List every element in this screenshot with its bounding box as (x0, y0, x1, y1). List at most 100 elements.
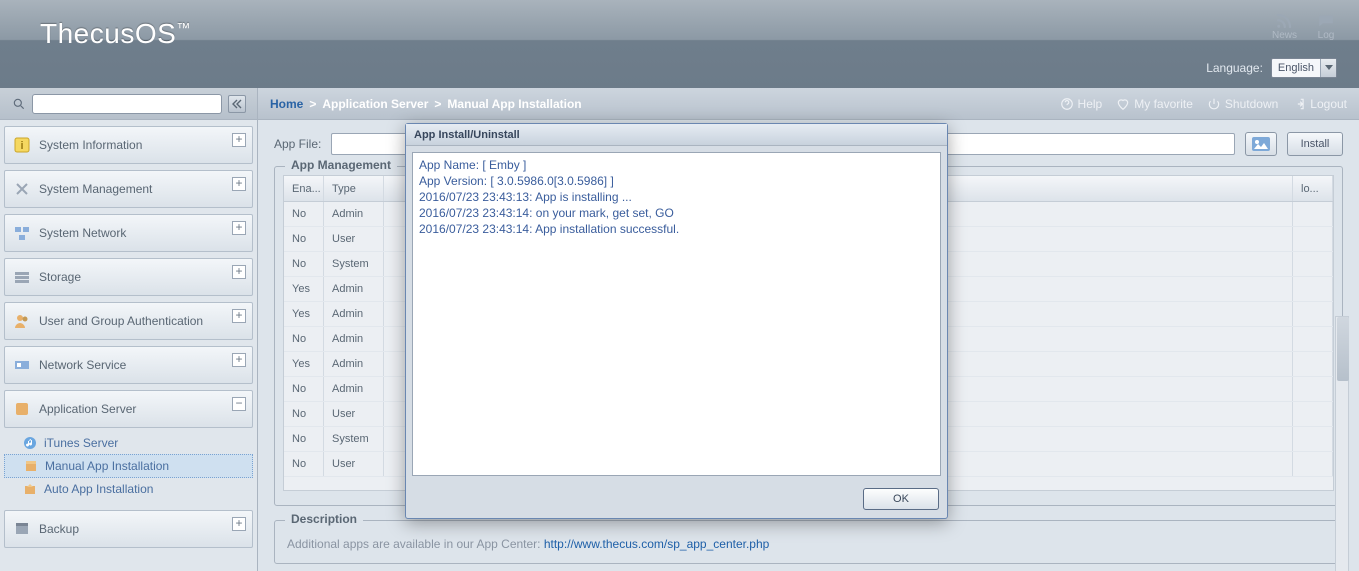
column-type[interactable]: Type (324, 176, 384, 201)
collapse-icon[interactable]: − (232, 397, 246, 411)
music-icon (22, 435, 38, 451)
app-header: ThecusOS™ News Log Language: English (0, 0, 1359, 88)
help-button[interactable]: Help (1060, 97, 1103, 111)
logout-button[interactable]: Logout (1292, 97, 1347, 111)
chevron-left-double-icon (232, 99, 242, 109)
sidebar-item-label: System Information (39, 138, 142, 152)
cell-enable: No (284, 327, 324, 351)
modal-body: App Name: [ Emby ] App Version: [ 3.0.59… (406, 146, 947, 482)
cell-enable: No (284, 202, 324, 226)
expand-icon[interactable]: + (232, 265, 246, 279)
cell-type: Admin (324, 302, 384, 326)
package-icon (23, 458, 39, 474)
sidebar-item-network-service[interactable]: Network Service + (4, 346, 253, 384)
toolbar-row: Home > Application Server > Manual App I… (0, 88, 1359, 120)
cell-lo (1293, 352, 1333, 376)
shutdown-button[interactable]: Shutdown (1207, 97, 1278, 111)
cell-lo (1293, 277, 1333, 301)
expand-icon[interactable]: + (232, 133, 246, 147)
sidebar-child-manual-app-installation[interactable]: Manual App Installation (4, 454, 253, 478)
modal-title[interactable]: App Install/Uninstall (406, 124, 947, 146)
language-select[interactable]: English (1271, 58, 1337, 78)
cell-type: Admin (324, 352, 384, 376)
description-link[interactable]: http://www.thecus.com/sp_app_center.php (544, 537, 769, 551)
favorite-button[interactable]: My favorite (1116, 97, 1193, 111)
sidebar-item-system-network[interactable]: System Network + (4, 214, 253, 252)
expand-icon[interactable]: + (232, 353, 246, 367)
install-modal: App Install/Uninstall App Name: [ Emby ]… (405, 123, 948, 519)
brand-name: ThecusOS (40, 18, 176, 49)
cell-type: System (324, 427, 384, 451)
help-label: Help (1078, 97, 1103, 111)
news-label: News (1272, 30, 1297, 41)
favorite-label: My favorite (1134, 97, 1193, 111)
sidebar-item-label: User and Group Authentication (39, 314, 203, 328)
modal-footer: OK (406, 482, 947, 518)
sidebar-item-system-information[interactable]: i System Information + (4, 126, 253, 164)
storage-icon (13, 268, 31, 286)
sidebar-item-label: Storage (39, 270, 81, 284)
description-legend: Description (285, 512, 363, 526)
cell-enable: Yes (284, 352, 324, 376)
cell-lo (1293, 327, 1333, 351)
power-icon (1207, 97, 1221, 111)
sidebar-item-user-group-auth[interactable]: User and Group Authentication + (4, 302, 253, 340)
sidebar-item-label: System Management (39, 182, 152, 196)
cell-type: User (324, 452, 384, 476)
cell-enable: Yes (284, 302, 324, 326)
sidebar-item-application-server[interactable]: Application Server − (4, 390, 253, 428)
collapse-sidebar-button[interactable] (228, 95, 246, 113)
language-value: English (1272, 62, 1320, 74)
header-right: News Log (1272, 12, 1337, 41)
package-auto-icon (22, 481, 38, 497)
users-icon (13, 312, 31, 330)
breadcrumb-cell: Home > Application Server > Manual App I… (258, 88, 1359, 120)
search-input[interactable] (32, 94, 222, 114)
breadcrumb-item[interactable]: Application Server (322, 97, 428, 111)
sidebar-item-label: Network Service (39, 358, 126, 372)
search-icon (10, 95, 28, 113)
expand-icon[interactable]: + (232, 177, 246, 191)
sidebar-children-application-server: iTunes Server Manual App Installation Au… (4, 430, 253, 504)
help-icon (1060, 97, 1074, 111)
column-enable[interactable]: Ena... (284, 176, 324, 201)
sidebar-item-backup[interactable]: Backup + (4, 510, 253, 548)
expand-icon[interactable]: + (232, 309, 246, 323)
cell-lo (1293, 302, 1333, 326)
breadcrumb-home[interactable]: Home (270, 97, 303, 111)
chat-icon (1315, 12, 1337, 30)
news-button[interactable]: News (1272, 12, 1297, 41)
log-button[interactable]: Log (1315, 12, 1337, 41)
app-file-label: App File: (274, 137, 321, 151)
network-icon (13, 224, 31, 242)
scrollbar-thumb[interactable] (1337, 317, 1349, 381)
expand-icon[interactable]: + (232, 517, 246, 531)
browse-file-button[interactable] (1245, 132, 1277, 156)
cell-type: Admin (324, 327, 384, 351)
cell-type: User (324, 227, 384, 251)
sidebar-item-storage[interactable]: Storage + (4, 258, 253, 296)
cell-lo (1293, 252, 1333, 276)
scrollbar-track[interactable] (1335, 316, 1349, 571)
top-actions: Help My favorite Shutdown Logout (1060, 97, 1347, 111)
image-icon (1252, 137, 1270, 151)
cell-enable: No (284, 252, 324, 276)
service-icon (13, 356, 31, 374)
sidebar-child-auto-app-installation[interactable]: Auto App Installation (4, 478, 253, 500)
cell-lo (1293, 377, 1333, 401)
ok-button[interactable]: OK (863, 488, 939, 510)
breadcrumb-sep: > (309, 97, 316, 111)
cell-lo (1293, 202, 1333, 226)
sidebar-child-itunes-server[interactable]: iTunes Server (4, 432, 253, 454)
cell-type: Admin (324, 277, 384, 301)
expand-icon[interactable]: + (232, 221, 246, 235)
install-button[interactable]: Install (1287, 132, 1343, 156)
sidebar-child-label: Manual App Installation (45, 459, 169, 473)
sidebar-item-system-management[interactable]: System Management + (4, 170, 253, 208)
cell-lo (1293, 227, 1333, 251)
modal-log-text[interactable]: App Name: [ Emby ] App Version: [ 3.0.59… (412, 152, 941, 476)
column-lo[interactable]: lo... (1293, 176, 1333, 201)
cell-enable: No (284, 427, 324, 451)
description-text: Additional apps are available in our App… (287, 537, 544, 551)
cell-type: Admin (324, 377, 384, 401)
